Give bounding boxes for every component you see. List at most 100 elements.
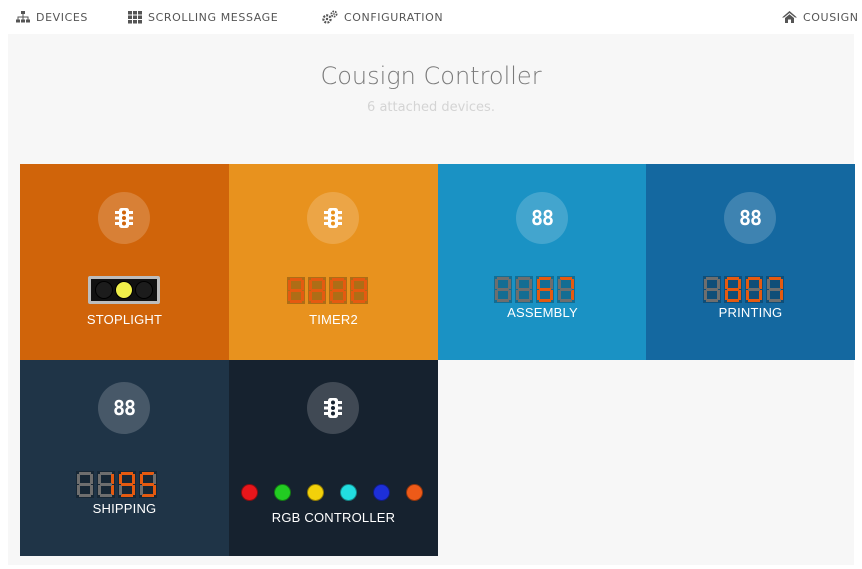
seven-segment-display xyxy=(76,471,157,498)
segment-b xyxy=(90,474,93,484)
grid-icon xyxy=(128,10,142,23)
device-tile-printing[interactable]: 88 PRINTING xyxy=(646,164,855,360)
rgb-led xyxy=(307,484,324,501)
segment-digit xyxy=(97,471,115,498)
segment-g xyxy=(497,288,509,291)
device-grid: STOPLIGHT TIMER2 88 ASSEMBLY 88 PRINTING xyxy=(8,147,855,565)
device-tile-rgb-controller[interactable]: RGB CONTROLLER xyxy=(229,360,438,556)
segment-f xyxy=(98,474,101,484)
segment-e xyxy=(746,290,749,300)
segment-c xyxy=(343,291,346,301)
segment-a xyxy=(748,277,760,280)
segment-d xyxy=(497,299,509,302)
traffic-light-icon xyxy=(98,192,150,244)
segment-a xyxy=(769,277,781,280)
seven-segment-display xyxy=(703,276,784,303)
segment-g xyxy=(353,289,365,292)
segment-f xyxy=(140,474,143,484)
segment-d xyxy=(518,299,530,302)
segment-b xyxy=(364,280,367,290)
device-tile-assembly[interactable]: 88 ASSEMBLY xyxy=(438,164,647,360)
segment-digit xyxy=(557,276,575,303)
segment-g xyxy=(727,288,739,291)
segment-e xyxy=(77,485,80,495)
segment-g xyxy=(518,288,530,291)
top-navbar: DEVICES SCROLLING MESSAGE CONFIGURATION … xyxy=(0,0,862,34)
sitemap-icon xyxy=(16,11,30,23)
device-tile-shipping[interactable]: 88 SHIPPING xyxy=(20,360,229,556)
segment-f xyxy=(330,280,333,290)
stoplight-lamp-red xyxy=(95,281,113,299)
segment-a xyxy=(560,277,572,280)
traffic-light-icon xyxy=(307,192,359,244)
segment-b xyxy=(322,280,325,290)
segment-c xyxy=(508,290,511,300)
device-tile-stoplight[interactable]: STOPLIGHT xyxy=(20,164,229,360)
segment-g xyxy=(539,288,551,291)
segment-a xyxy=(121,472,133,475)
nav-home[interactable]: COUSIGN xyxy=(782,9,859,25)
segment-g xyxy=(332,289,344,292)
segment-c xyxy=(153,485,156,495)
segment-digit xyxy=(494,276,512,303)
segment-digit xyxy=(350,277,368,304)
device-tile-timer2[interactable]: TIMER2 xyxy=(229,164,438,360)
segment-c xyxy=(90,485,93,495)
segment-digit xyxy=(536,276,554,303)
segment-f xyxy=(495,279,498,289)
segment-a xyxy=(290,278,302,281)
nav-devices[interactable]: DEVICES xyxy=(16,9,88,25)
segment-e xyxy=(704,290,707,300)
segment-g xyxy=(79,483,91,486)
device-name: RGB CONTROLLER xyxy=(271,510,396,525)
segment-a xyxy=(518,277,530,280)
segment-c xyxy=(759,290,762,300)
rgb-led xyxy=(241,484,258,501)
segment-f xyxy=(288,280,291,290)
device-name: PRINTING xyxy=(718,305,783,320)
segment-d xyxy=(727,299,739,302)
nav-configuration-label: CONFIGURATION xyxy=(344,10,444,24)
segment-f xyxy=(77,474,80,484)
segment-d xyxy=(353,300,365,303)
segment-g xyxy=(142,483,154,486)
segment-digit xyxy=(745,276,763,303)
segment-g xyxy=(748,288,760,291)
segment-digit xyxy=(329,277,347,304)
segment-digit xyxy=(139,471,157,498)
segment-d xyxy=(560,299,572,302)
segment-g xyxy=(769,288,781,291)
device-count: 6 attached devices. xyxy=(367,100,495,115)
segment-b xyxy=(111,474,114,484)
segment-e xyxy=(537,290,540,300)
segment-g xyxy=(706,288,718,291)
segment-g xyxy=(290,289,302,292)
segment-g xyxy=(311,289,323,292)
segment-f xyxy=(351,280,354,290)
segment-c xyxy=(550,290,553,300)
segment-d xyxy=(706,299,718,302)
traffic-light-icon xyxy=(307,382,359,434)
segment-c xyxy=(780,290,783,300)
88-icon: 88 xyxy=(98,382,150,434)
nav-scrolling-message-label: SCROLLING MESSAGE xyxy=(148,10,279,24)
segment-a xyxy=(539,277,551,280)
segment-e xyxy=(495,290,498,300)
nav-scrolling-message[interactable]: SCROLLING MESSAGE xyxy=(128,9,278,25)
device-name: TIMER2 xyxy=(309,312,358,327)
segment-e xyxy=(119,485,122,495)
segment-e xyxy=(140,485,143,495)
segment-f xyxy=(746,279,749,289)
segment-c xyxy=(717,290,720,300)
stoplight-lamp-green xyxy=(135,281,153,299)
nav-configuration[interactable]: CONFIGURATION xyxy=(322,9,443,25)
segment-d xyxy=(100,494,112,497)
segment-a xyxy=(311,278,323,281)
segment-f xyxy=(767,279,770,289)
segment-d xyxy=(79,494,91,497)
segment-d xyxy=(121,494,133,497)
segment-c xyxy=(364,291,367,301)
segment-b xyxy=(343,280,346,290)
segment-e xyxy=(98,485,101,495)
segment-f xyxy=(537,279,540,289)
